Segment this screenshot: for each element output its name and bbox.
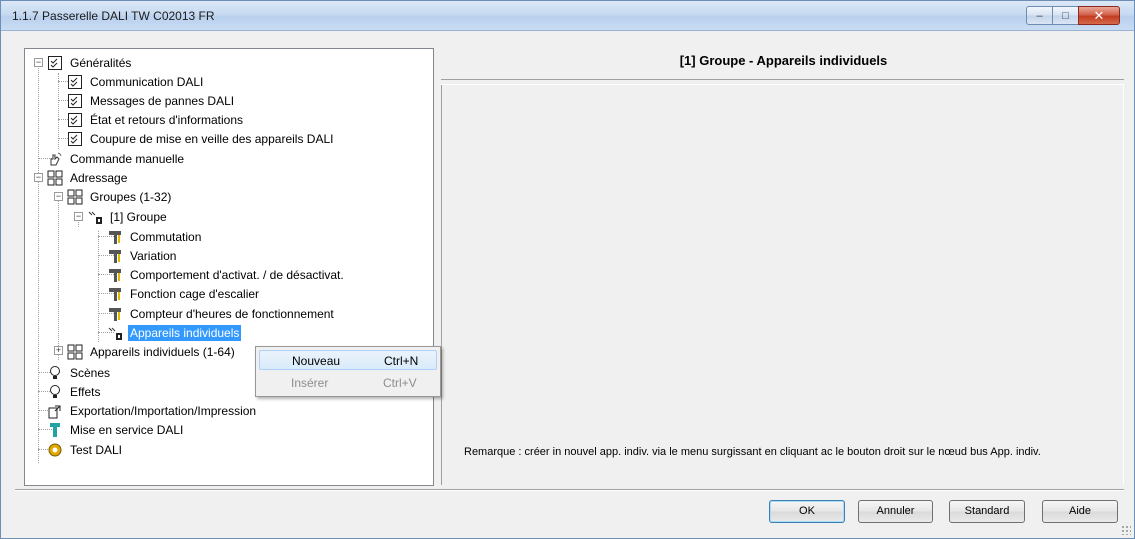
tree-item-mise-en-service[interactable]: Mise en service DALI (47, 420, 185, 439)
tool-icon (107, 267, 123, 283)
tree-item-test-dali[interactable]: Test DALI (47, 440, 124, 459)
tree-item-label: Test DALI (70, 442, 123, 457)
tree-connector (38, 63, 39, 463)
tool-icon (107, 306, 123, 322)
menu-item-inserer[interactable]: Insérer Ctrl+V (259, 373, 437, 393)
tree-item-label: État et retours d'informations (90, 112, 244, 127)
tree-item-etat-retours[interactable]: État et retours d'informations (67, 110, 245, 129)
tree-item-label: Mise en service DALI (70, 422, 184, 437)
tree-item-label: Scènes (70, 365, 111, 380)
checklist-icon (67, 93, 83, 109)
tree-connector (98, 231, 99, 342)
checklist-icon (67, 112, 83, 128)
tree-item-label: Comportement d'activat. / de désactivat. (130, 267, 344, 282)
tree-item-label: Exportation/Importation/Impression (70, 403, 257, 418)
group-device-icon (87, 209, 103, 225)
tool-icon (107, 248, 123, 264)
resize-grip-icon[interactable] (1121, 525, 1131, 535)
tree-item-label: Généralités (70, 55, 132, 70)
tree-item-commutation[interactable]: Commutation (107, 227, 203, 246)
panel-title: [1] Groupe - Appareils individuels (679, 53, 888, 68)
hand-icon (47, 151, 63, 167)
ok-button[interactable]: OK (769, 500, 845, 523)
collapse-toggle[interactable]: − (34, 173, 43, 182)
maximize-icon: □ (1062, 9, 1069, 22)
tree-item-label: Groupes (1-32) (90, 189, 172, 204)
standard-button[interactable]: Standard (949, 500, 1025, 523)
tool-icon (107, 286, 123, 302)
menu-item-label: Nouveau (292, 354, 341, 368)
tree-item-adressage[interactable]: Adressage (47, 168, 129, 187)
tree-item-variation[interactable]: Variation (107, 246, 178, 265)
close-button[interactable]: ✕ (1078, 6, 1120, 25)
tool-icon (107, 229, 123, 245)
collapse-toggle[interactable]: − (34, 58, 43, 67)
tree-item-label: Effets (70, 384, 101, 399)
title-bar[interactable]: 1.1.7 Passerelle DALI TW C02013 FR – □ ✕ (1, 1, 1134, 31)
maximize-button[interactable]: □ (1052, 6, 1079, 25)
tree-item-groupe-1[interactable]: [1] Groupe (87, 207, 169, 226)
grid-icon (47, 170, 63, 186)
tree-item-effets[interactable]: Effets (47, 382, 102, 401)
collapse-toggle[interactable]: − (54, 192, 63, 201)
tree-item-label: Messages de pannes DALI (90, 93, 235, 108)
tree-item-groupes[interactable]: Groupes (1-32) (67, 187, 173, 206)
minimize-icon: – (1036, 9, 1043, 22)
tree-item-commande-manuelle[interactable]: Commande manuelle (47, 149, 186, 168)
tree-item-appareils-1-64[interactable]: Appareils individuels (1-64) (67, 342, 237, 361)
tree-item-compteur-heures[interactable]: Compteur d'heures de fonctionnement (107, 304, 336, 323)
help-button[interactable]: Aide (1042, 500, 1118, 523)
gear-icon (47, 442, 63, 458)
expand-toggle[interactable]: + (54, 346, 63, 355)
group-device-icon (107, 325, 123, 341)
parameter-panel (441, 85, 1124, 485)
tree-item-coupure-veille[interactable]: Coupure de mise en veille des appareils … (67, 129, 335, 148)
tree-item-label: Appareils individuels (1-64) (90, 344, 235, 359)
tree-item-messages-pannes[interactable]: Messages de pannes DALI (67, 91, 236, 110)
tree-item-label: Fonction cage d'escalier (130, 286, 260, 301)
window-controls: – □ ✕ (1026, 6, 1120, 25)
checklist-icon (47, 55, 63, 71)
tree-item-label: Coupure de mise en veille des appareils … (90, 131, 334, 146)
tree-item-comportement[interactable]: Comportement d'activat. / de désactivat. (107, 265, 346, 284)
collapse-toggle[interactable]: − (74, 212, 83, 221)
parameter-tree[interactable]: − − − − + Généralités Communication DALI… (24, 48, 434, 486)
menu-item-shortcut: Ctrl+N (384, 354, 419, 368)
tree-item-label: Adressage (70, 170, 128, 185)
cancel-button[interactable]: Annuler (858, 500, 933, 523)
checklist-icon (67, 74, 83, 90)
menu-item-nouveau[interactable]: Nouveau Ctrl+N (259, 350, 437, 370)
menu-item-shortcut: Ctrl+V (383, 376, 417, 390)
tree-item-scenes[interactable]: Scènes (47, 363, 112, 382)
minimize-button[interactable]: – (1026, 6, 1053, 25)
dialog-window: 1.1.7 Passerelle DALI TW C02013 FR – □ ✕ (0, 0, 1135, 539)
wrench-icon (47, 422, 63, 438)
tree-connector (58, 196, 59, 360)
tree-item-communication-dali[interactable]: Communication DALI (67, 72, 205, 91)
checklist-icon (67, 131, 83, 147)
tree-item-label: Communication DALI (90, 74, 204, 89)
footer-separator (15, 489, 1124, 491)
tree-item-label: Appareils individuels (128, 324, 242, 341)
tree-item-label: Compteur d'heures de fonctionnement (130, 306, 334, 321)
tree-item-cage-escalier[interactable]: Fonction cage d'escalier (107, 284, 261, 303)
tree-item-label: Commutation (130, 229, 202, 244)
bulb-icon (47, 365, 63, 381)
export-icon (47, 403, 63, 419)
tree-item-exportation[interactable]: Exportation/Importation/Impression (47, 401, 258, 420)
grid-icon (67, 189, 83, 205)
grid-icon (67, 344, 83, 360)
tree-item-appareils-individuels[interactable]: Appareils individuels (107, 323, 242, 342)
tree-item-generalites[interactable]: Généralités (47, 53, 133, 72)
close-icon: ✕ (1093, 7, 1105, 23)
context-menu: Nouveau Ctrl+N Insérer Ctrl+V (255, 346, 441, 397)
tree-item-label: Commande manuelle (70, 151, 185, 166)
remark-text: Remarque : créer in nouvel app. indiv. v… (464, 446, 1041, 458)
bulb-icon (47, 384, 63, 400)
tree-item-label: Variation (130, 248, 177, 263)
tree-item-label: [1] Groupe (110, 209, 167, 224)
menu-item-label: Insérer (291, 376, 329, 390)
window-title: 1.1.7 Passerelle DALI TW C02013 FR (12, 9, 215, 23)
